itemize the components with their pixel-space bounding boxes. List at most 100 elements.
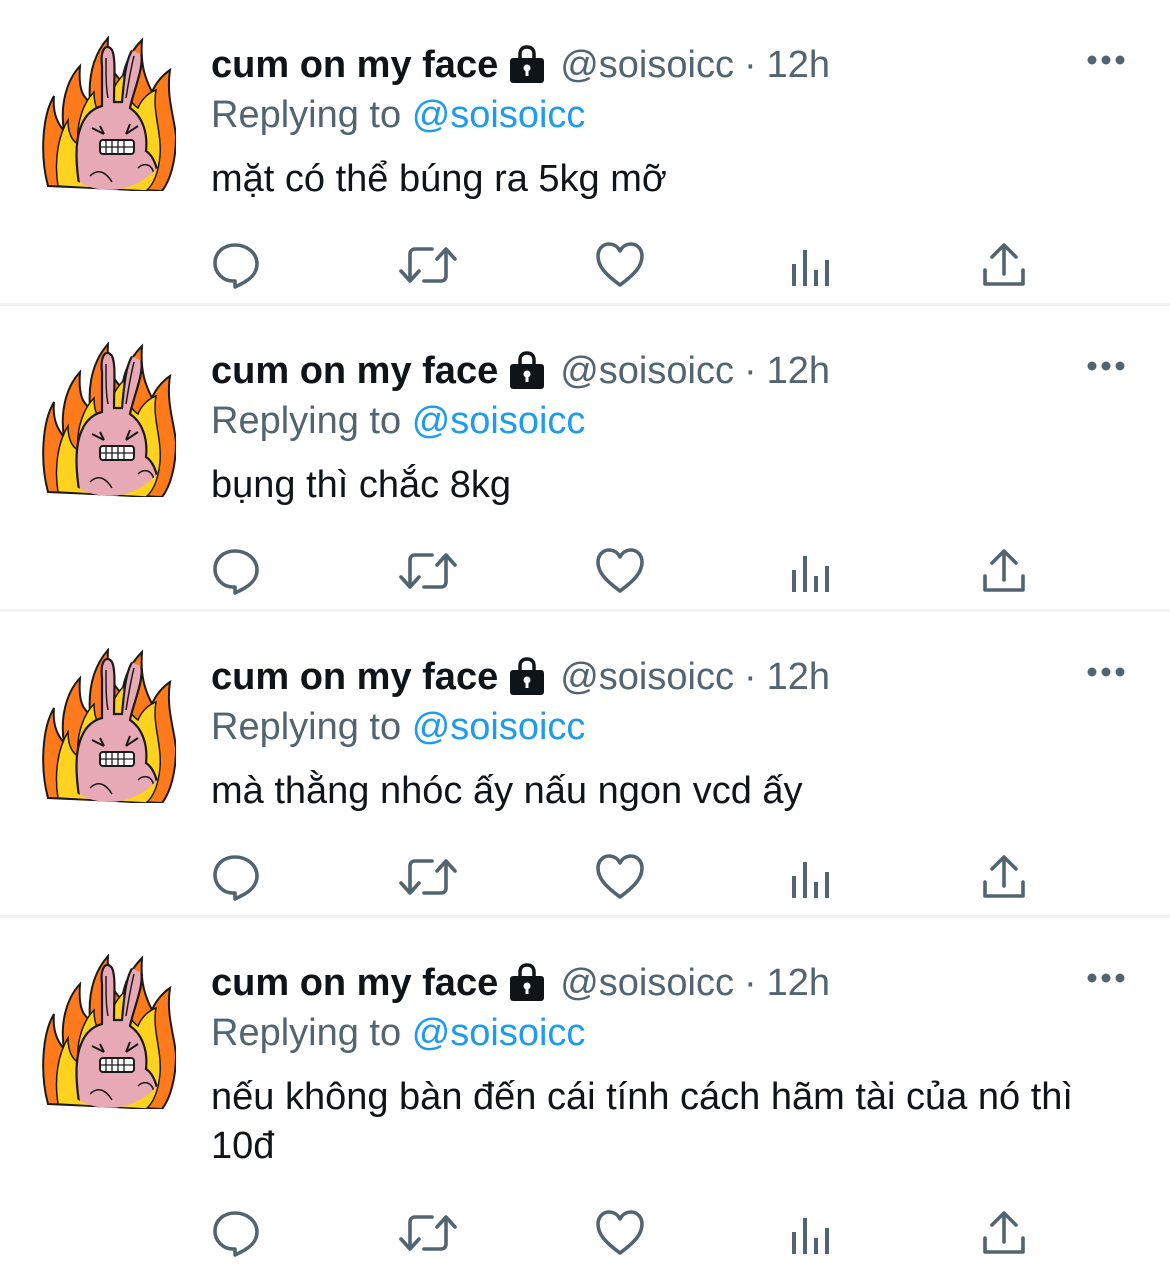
handle[interactable]: @soisoicc [560,652,734,702]
tweet-feed: cum on my face @soisoicc · 12h Replying … [0,0,1170,1275]
reply-icon [213,855,259,901]
replying-to: Replying to @soisoicc [211,90,585,140]
lock-icon [508,657,546,697]
share-icon [983,855,1025,898]
bunny-on-fire-avatar [42,648,176,803]
display-name[interactable]: cum on my face [211,652,498,702]
like-icon [596,548,644,593]
bunny-on-fire-avatar [42,342,176,497]
reply-button[interactable] [211,240,265,290]
retweet-icon [399,859,457,895]
like-button[interactable] [595,852,649,902]
tweet-text: nếu không bàn đến cái tính cách hãm tài … [211,1076,1073,1167]
tweet-actions [211,240,1041,290]
tweet-text: bụng thì chắc 8kg [211,464,511,506]
views-button[interactable] [788,240,842,290]
views-icon [792,250,829,286]
handle[interactable]: @soisoicc [560,958,734,1008]
share-button[interactable] [979,546,1033,596]
separator-dot: · [743,656,757,698]
tweet[interactable]: cum on my face @soisoicc · 12h Replying … [0,612,1170,918]
share-button[interactable] [979,852,1033,902]
timestamp[interactable]: 12h [767,40,830,90]
views-icon [792,1218,829,1254]
tweet[interactable]: cum on my face @soisoicc · 12h Replying … [0,306,1170,612]
tweet-header: cum on my face @soisoicc · 12h [211,40,830,90]
tweet-header: cum on my face @soisoicc · 12h [211,652,830,702]
tweet[interactable]: cum on my face @soisoicc · 12h Replying … [0,0,1170,306]
like-icon [596,242,644,287]
replying-prefix: Replying to [211,1012,402,1054]
display-name[interactable]: cum on my face [211,40,498,90]
retweet-icon [399,553,457,589]
views-button[interactable] [788,1208,842,1258]
reply-icon [213,243,259,289]
like-icon [596,1210,644,1255]
views-icon [792,556,829,592]
bunny-on-fire-avatar [42,36,176,191]
more-icon[interactable] [1086,662,1126,682]
avatar[interactable] [42,342,176,497]
retweet-button[interactable] [398,852,457,902]
more-icon[interactable] [1086,356,1126,376]
share-icon [983,1211,1025,1254]
views-button[interactable] [788,546,842,596]
share-icon [983,549,1025,592]
retweet-button[interactable] [398,240,457,290]
replying-prefix: Replying to [211,94,402,136]
display-name[interactable]: cum on my face [211,346,498,396]
lock-icon [508,45,546,85]
like-button[interactable] [595,240,649,290]
separator-dot: · [743,350,757,392]
timestamp[interactable]: 12h [767,652,830,702]
avatar[interactable] [42,36,176,191]
reply-icon [213,549,259,595]
retweet-button[interactable] [398,1208,457,1258]
views-icon [792,862,829,898]
display-name[interactable]: cum on my face [211,958,498,1008]
views-button[interactable] [788,852,842,902]
tweet-header: cum on my face @soisoicc · 12h [211,958,830,1008]
separator-dot: · [743,962,757,1004]
avatar[interactable] [42,648,176,803]
reply-mention-link[interactable]: @soisoicc [412,1012,586,1054]
like-icon [596,854,644,899]
tweet-text: mà thằng nhóc ấy nấu ngon vcd ấy [211,770,803,812]
replying-to: Replying to @soisoicc [211,1008,585,1058]
tweet-header: cum on my face @soisoicc · 12h [211,346,830,396]
share-icon [983,243,1025,286]
more-icon[interactable] [1086,50,1126,70]
retweet-button[interactable] [398,546,457,596]
retweet-icon [399,1215,457,1251]
lock-icon [508,351,546,391]
avatar[interactable] [42,954,176,1109]
reply-mention-link[interactable]: @soisoicc [412,706,586,748]
timestamp[interactable]: 12h [767,958,830,1008]
timestamp[interactable]: 12h [767,346,830,396]
tweet[interactable]: cum on my face @soisoicc · 12h Replying … [0,918,1170,1275]
replying-to: Replying to @soisoicc [211,702,585,752]
like-button[interactable] [595,546,649,596]
handle[interactable]: @soisoicc [560,40,734,90]
reply-button[interactable] [211,546,265,596]
reply-mention-link[interactable]: @soisoicc [412,94,586,136]
share-button[interactable] [979,1208,1033,1258]
separator-dot: · [743,44,757,86]
retweet-icon [399,247,457,283]
share-button[interactable] [979,240,1033,290]
reply-mention-link[interactable]: @soisoicc [412,400,586,442]
lock-icon [508,963,546,1003]
reply-button[interactable] [211,852,265,902]
tweet-actions [211,1208,1041,1258]
tweet-text: mặt có thể búng ra 5kg mỡ [211,158,667,200]
reply-button[interactable] [211,1208,265,1258]
replying-prefix: Replying to [211,706,402,748]
replying-to: Replying to @soisoicc [211,396,585,446]
reply-icon [213,1211,259,1257]
like-button[interactable] [595,1208,649,1258]
tweet-actions [211,852,1041,902]
more-icon[interactable] [1086,968,1126,988]
handle[interactable]: @soisoicc [560,346,734,396]
replying-prefix: Replying to [211,400,402,442]
tweet-actions [211,546,1041,596]
